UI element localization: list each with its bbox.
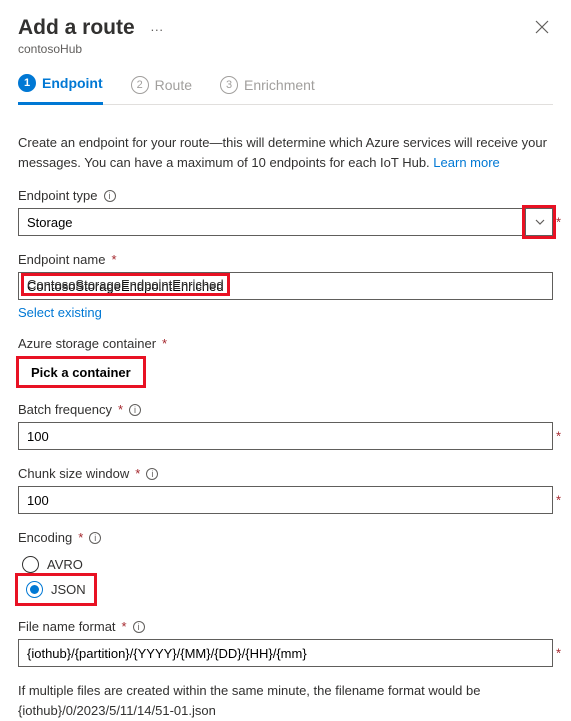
info-icon[interactable]: i [89, 532, 101, 544]
radio-icon [22, 556, 39, 573]
filename-format-label: File name format [18, 619, 116, 634]
required-indicator: * [118, 402, 123, 417]
filename-footnote: If multiple files are created within the… [18, 681, 553, 720]
learn-more-link[interactable]: Learn more [433, 155, 499, 170]
tab-step-indicator: 3 [220, 76, 238, 94]
tab-label: Enrichment [244, 77, 315, 93]
more-icon[interactable]: ··· [150, 22, 163, 37]
select-existing-link[interactable]: Select existing [18, 305, 102, 320]
encoding-json-radio[interactable]: JSON [22, 578, 90, 601]
chunk-size-input[interactable] [18, 486, 553, 514]
endpoint-type-select[interactable]: Storage [18, 208, 553, 236]
required-indicator: * [556, 429, 561, 444]
page-title: Add a route [18, 16, 135, 40]
close-icon [535, 20, 549, 34]
endpoint-type-label: Endpoint type [18, 188, 98, 203]
pick-container-button[interactable]: Pick a container [18, 358, 144, 386]
batch-frequency-input[interactable] [18, 422, 553, 450]
chunk-size-label: Chunk size window [18, 466, 129, 481]
required-indicator: * [162, 336, 167, 351]
required-indicator: * [78, 530, 83, 545]
radio-icon [26, 581, 43, 598]
info-icon[interactable]: i [129, 404, 141, 416]
radio-label: AVRO [47, 557, 83, 572]
endpoint-name-label: Endpoint name [18, 252, 105, 267]
info-icon[interactable]: i [104, 190, 116, 202]
filename-format-input[interactable] [18, 639, 553, 667]
tab-step-indicator: 2 [131, 76, 149, 94]
tab-route[interactable]: 2 Route [131, 74, 192, 105]
container-label: Azure storage container [18, 336, 156, 351]
info-icon[interactable]: i [133, 621, 145, 633]
required-indicator: * [556, 215, 561, 230]
tab-endpoint[interactable]: 1 Endpoint [18, 74, 103, 105]
close-button[interactable] [531, 16, 553, 41]
required-indicator: * [556, 493, 561, 508]
endpoint-name-input[interactable] [18, 272, 553, 300]
wizard-tabs: 1 Endpoint 2 Route 3 Enrichment [18, 74, 553, 105]
required-indicator: * [135, 466, 140, 481]
info-icon[interactable]: i [146, 468, 158, 480]
required-indicator: * [556, 646, 561, 661]
encoding-label: Encoding [18, 530, 72, 545]
tab-label: Route [155, 77, 192, 93]
tab-enrichment[interactable]: 3 Enrichment [220, 74, 315, 105]
radio-label: JSON [51, 582, 86, 597]
intro-text: Create an endpoint for your route—this w… [18, 133, 553, 172]
tab-label: Endpoint [42, 75, 103, 91]
encoding-avro-radio[interactable]: AVRO [18, 553, 553, 576]
batch-frequency-label: Batch frequency [18, 402, 112, 417]
subtitle: contosoHub [18, 42, 163, 56]
required-indicator: * [111, 252, 116, 267]
tab-step-indicator: 1 [18, 74, 36, 92]
required-indicator: * [122, 619, 127, 634]
